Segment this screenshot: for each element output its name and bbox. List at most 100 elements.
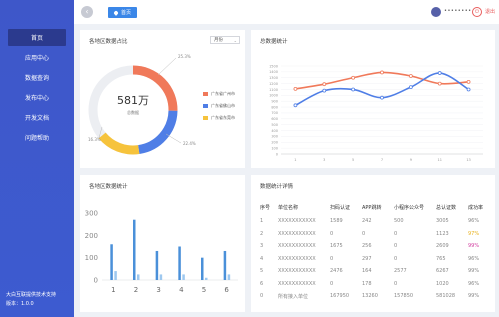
- cell-unit: XXXXXXXXXXX: [278, 243, 316, 250]
- cell-unit: XXXXXXXXXXX: [278, 280, 316, 287]
- cell-scan: 167950: [330, 293, 350, 300]
- cell-index: 3: [260, 243, 264, 250]
- cell-scan: 1589: [330, 218, 343, 225]
- donut-slice: [137, 110, 178, 155]
- pct-label-guangzhou: 25.3%: [178, 54, 191, 59]
- y-tick-label: 100: [271, 146, 278, 150]
- sidebar-item-dev-docs[interactable]: 开发文档: [8, 109, 66, 126]
- cell-rate: 99%: [468, 268, 480, 275]
- table-row: 1 XXXXXXXXXXX 1589 242 500 3005 96%: [260, 215, 488, 228]
- bar: [133, 219, 136, 280]
- cell-app: 256: [362, 243, 372, 250]
- location-pin-icon: [113, 9, 119, 16]
- donut-total-label: 总数据: [127, 110, 139, 115]
- x-tick-label: 1: [111, 286, 115, 294]
- pct-label-foshan: 22.4%: [183, 141, 196, 146]
- logout-button[interactable]: 退出: [485, 8, 495, 15]
- y-tick-label: 0: [276, 152, 278, 156]
- cell-scan: 1675: [330, 243, 343, 250]
- sidebar-item-app-center[interactable]: 应用中心: [8, 49, 66, 66]
- y-tick-label: 1100: [269, 88, 278, 92]
- y-tick-label: 800: [271, 105, 278, 109]
- bar: [223, 250, 227, 280]
- cell-unit: XXXXXXXXXXX: [278, 218, 316, 225]
- sidebar-item-publish-center[interactable]: 发布中心: [8, 89, 66, 106]
- cell-total: 1123: [436, 230, 449, 237]
- stats-detail-panel: 数据统计详情 序号 单位名称 扫码认证 APP跳转 小程序公众号 总认证数 成功…: [251, 175, 495, 312]
- y-tick-label: 500: [271, 123, 278, 127]
- cell-app: 242: [362, 218, 372, 225]
- col-header-miniprogram: 小程序公众号: [394, 204, 425, 211]
- table-row: 6 XXXXXXXXXXX 0 178 0 1020 96%: [260, 278, 488, 291]
- cell-rate: 99%: [468, 243, 480, 250]
- breadcrumb-label: 首页: [121, 10, 132, 16]
- cell-scan: 2476: [330, 268, 343, 275]
- x-tick-label: 9: [410, 158, 412, 162]
- x-tick-label: 13: [466, 158, 470, 162]
- bar: [155, 250, 159, 280]
- power-icon[interactable]: ⏻: [472, 7, 482, 17]
- top-header: ‹ 首页 •••••••• ⏻ 退出: [74, 0, 499, 24]
- cell-miniprogram: 2577: [394, 268, 407, 275]
- series-point: [351, 87, 356, 92]
- legend-swatch: [203, 116, 208, 120]
- cell-index: 5: [260, 268, 264, 275]
- cell-index: 6: [260, 280, 264, 287]
- series-line: [295, 71, 469, 90]
- x-tick-label: 11: [437, 158, 441, 162]
- region-share-panel: 各地区数据占比 月份 ⌄ 581万 总数据 25.3% 22.4% 16.3% …: [80, 30, 245, 168]
- leader-line: [165, 133, 182, 144]
- cell-total: 6267: [436, 268, 449, 275]
- x-tick-label: 7: [381, 158, 383, 162]
- legend-label: 广东省佛山市: [211, 103, 235, 108]
- col-header-rate: 成功率: [468, 204, 484, 211]
- cell-app: 0: [362, 230, 366, 237]
- sidebar-item-data-query[interactable]: 数据查询: [8, 69, 66, 86]
- cell-unit: XXXXXXXXXXX: [278, 268, 316, 275]
- avatar[interactable]: [431, 7, 441, 17]
- cell-app: 13260: [362, 293, 378, 300]
- sidebar-item-label: 首页: [30, 35, 43, 42]
- cell-index: 1: [260, 218, 264, 225]
- leader-line: [157, 57, 177, 76]
- breadcrumb[interactable]: 首页: [108, 7, 138, 18]
- donut-center: 581万 总数据: [104, 92, 162, 116]
- y-tick-label: 1500: [269, 64, 278, 68]
- back-button[interactable]: ‹: [81, 6, 93, 18]
- cell-miniprogram: 157850: [394, 293, 414, 300]
- cell-total: 1020: [436, 280, 449, 287]
- sidebar-item-label: 应用中心: [24, 55, 49, 62]
- y-tick-label: 100: [85, 254, 98, 262]
- tech-support-text: 大白互联提供技术支持: [6, 292, 57, 298]
- region-stats-panel: 各地区数据统计 0 100 200 300 1 2 3 4 5 6: [80, 175, 245, 312]
- bar: [137, 274, 140, 280]
- sidebar-item-label: 发布中心: [24, 95, 49, 102]
- stats-table: 序号 单位名称 扫码认证 APP跳转 小程序公众号 总认证数 成功率 1 XXXX…: [260, 199, 488, 303]
- cell-scan: 0: [330, 255, 334, 262]
- x-tick-label: 1: [294, 158, 296, 162]
- col-header-app: APP跳转: [362, 204, 382, 211]
- x-tick-label: 5: [352, 158, 354, 162]
- table-row: 3 XXXXXXXXXXX 1675 256 0 2609 99%: [260, 240, 488, 253]
- col-header-index: 序号: [260, 204, 271, 211]
- y-tick-label: 1400: [269, 70, 278, 74]
- cell-total: 2609: [436, 243, 449, 250]
- cell-rate: 99%: [468, 293, 480, 300]
- series-point: [380, 70, 384, 75]
- y-tick-label: 900: [271, 100, 278, 104]
- cell-app: 297: [362, 255, 372, 262]
- bar-chart: 0 100 200 300 1 2 3 4 5 6: [85, 210, 238, 294]
- bar: [114, 271, 117, 280]
- sidebar-item-home[interactable]: 首页: [8, 29, 66, 46]
- cell-app: 178: [362, 280, 372, 287]
- series-point: [466, 87, 471, 92]
- legend-item: 广东省佛山市: [203, 100, 235, 112]
- series-point: [293, 86, 298, 91]
- series-point: [293, 103, 298, 108]
- sidebar-item-help[interactable]: 问题帮助: [8, 129, 66, 146]
- sidebar-item-label: 开发文档: [24, 115, 49, 122]
- pct-label-dongguan: 16.3%: [88, 137, 101, 142]
- cell-unit: 所有接入单位: [278, 293, 309, 300]
- y-tick-label: 200: [271, 141, 278, 145]
- cell-miniprogram: 0: [394, 243, 398, 250]
